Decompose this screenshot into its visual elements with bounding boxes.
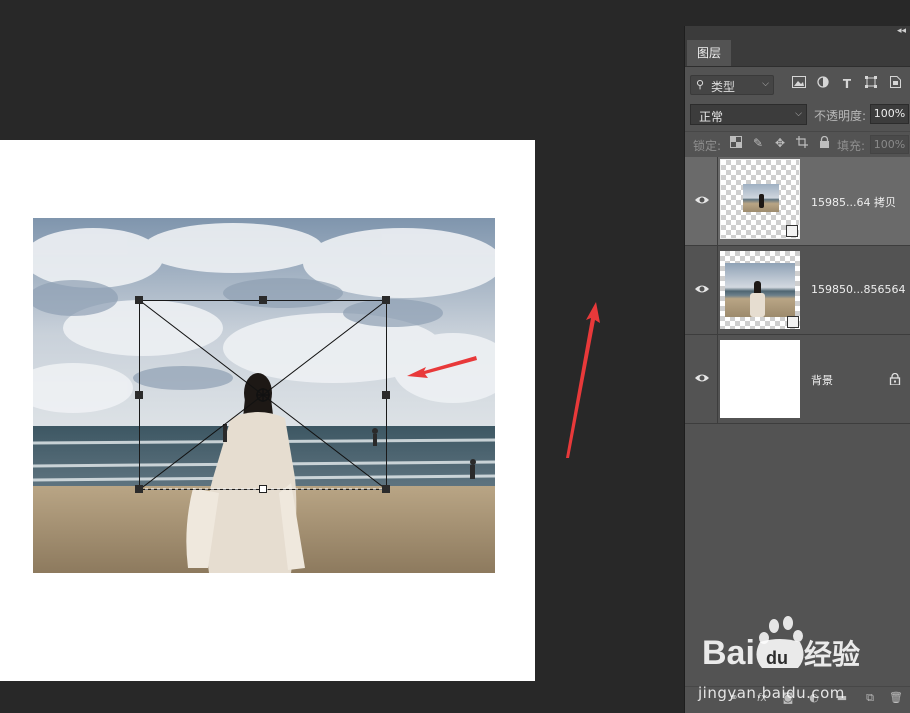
lock-all-icon[interactable] xyxy=(817,135,831,150)
layer-name[interactable]: 159850...856564 xyxy=(811,283,905,296)
lock-position-icon[interactable]: ✥ xyxy=(773,136,787,150)
handle-bottom-left[interactable] xyxy=(135,485,143,493)
eye-icon[interactable] xyxy=(694,193,710,207)
handle-top-right[interactable] xyxy=(382,296,390,304)
handle-middle-left[interactable] xyxy=(135,391,143,399)
layer-name[interactable]: 背景 xyxy=(811,372,833,388)
smart-object-badge-icon xyxy=(787,316,799,328)
handle-bottom-center[interactable] xyxy=(259,485,267,493)
layer-thumbnail[interactable] xyxy=(720,340,800,418)
chevron-down-icon: ⌵ xyxy=(762,79,769,89)
layer-thumbnail[interactable] xyxy=(720,251,800,329)
adjustment-layer-filter-icon[interactable] xyxy=(815,76,831,92)
canvas-area[interactable] xyxy=(0,0,684,713)
panel-header-strip: ◂◂ xyxy=(685,26,910,38)
visibility-column-divider xyxy=(717,335,718,423)
document-canvas[interactable] xyxy=(0,140,535,681)
transform-diagonals xyxy=(139,300,387,490)
shape-layer-filter-icon[interactable] xyxy=(863,76,879,92)
new-layer-icon[interactable]: ⧉ xyxy=(863,691,877,705)
type-layer-filter-icon[interactable]: T xyxy=(839,76,855,92)
filter-kind-label: 类型 xyxy=(711,80,736,94)
lock-artboard-icon[interactable] xyxy=(795,136,809,150)
lock-transparent-pixels-icon[interactable] xyxy=(729,136,743,150)
thumbnail-figure xyxy=(759,194,764,208)
eye-icon[interactable] xyxy=(694,282,710,296)
smart-object-badge-icon xyxy=(786,225,798,237)
fill-input[interactable]: 100% xyxy=(870,135,909,154)
blend-mode-value: 正常 xyxy=(699,110,724,124)
layer-row-background[interactable]: 背景 xyxy=(685,335,910,424)
visibility-column-divider xyxy=(717,157,718,245)
lock-icon xyxy=(889,373,901,385)
visibility-column-divider xyxy=(717,246,718,334)
arrow-to-layers-panel xyxy=(566,302,600,458)
tab-layers[interactable]: 图层 xyxy=(687,40,732,66)
watermark-url: jingyan.baidu.com xyxy=(698,684,845,702)
fill-label: 填充: xyxy=(837,139,866,153)
beach-photo xyxy=(33,218,495,573)
opacity-input[interactable]: 100% xyxy=(870,104,909,124)
layer-list: 15985...64 拷贝 159850...856564 背景 xyxy=(685,157,910,424)
layer-name[interactable]: 15985...64 拷贝 xyxy=(811,194,896,210)
layer-filter-row: ⚲ 类型 ⌵ T xyxy=(685,74,910,98)
delete-layer-icon[interactable]: 🗑 xyxy=(889,691,903,705)
layer-row-copy[interactable]: 15985...64 拷贝 xyxy=(685,157,910,246)
handle-middle-right[interactable] xyxy=(382,391,390,399)
opacity-label: 不透明度: xyxy=(814,109,867,123)
blend-mode-select[interactable]: 正常 ⌵ xyxy=(690,104,807,125)
eye-icon[interactable] xyxy=(694,371,710,385)
layer-thumbnail[interactable] xyxy=(720,159,800,239)
layer-row-original[interactable]: 159850...856564 xyxy=(685,246,910,335)
lock-row: 锁定: ✎ ✥ 填充: 100% xyxy=(685,131,910,156)
handle-bottom-right[interactable] xyxy=(382,485,390,493)
free-transform-box[interactable] xyxy=(135,296,390,493)
blend-row: 正常 ⌵ 不透明度: 100% xyxy=(685,103,910,127)
layers-panel: ◂◂ 图层 ⚲ 类型 ⌵ T 正常 ⌵ 不透明度: 100% 锁定: ✎ ✥ 填… xyxy=(684,26,910,713)
pixel-layer-filter-icon[interactable] xyxy=(791,76,807,92)
handle-top-center[interactable] xyxy=(259,296,267,304)
thumbnail-dress xyxy=(750,293,765,317)
handle-top-left[interactable] xyxy=(135,296,143,304)
panel-tab-bar: 图层 xyxy=(685,38,910,67)
collapse-panel-icon[interactable]: ◂◂ xyxy=(897,26,906,36)
chevron-down-icon: ⌵ xyxy=(795,109,802,119)
smart-object-filter-icon[interactable] xyxy=(887,76,903,92)
lock-label: 锁定: xyxy=(693,139,722,153)
search-icon: ⚲ xyxy=(696,78,705,91)
lock-image-pixels-icon[interactable]: ✎ xyxy=(751,136,765,150)
filter-kind-select[interactable]: ⚲ 类型 ⌵ xyxy=(690,75,774,95)
